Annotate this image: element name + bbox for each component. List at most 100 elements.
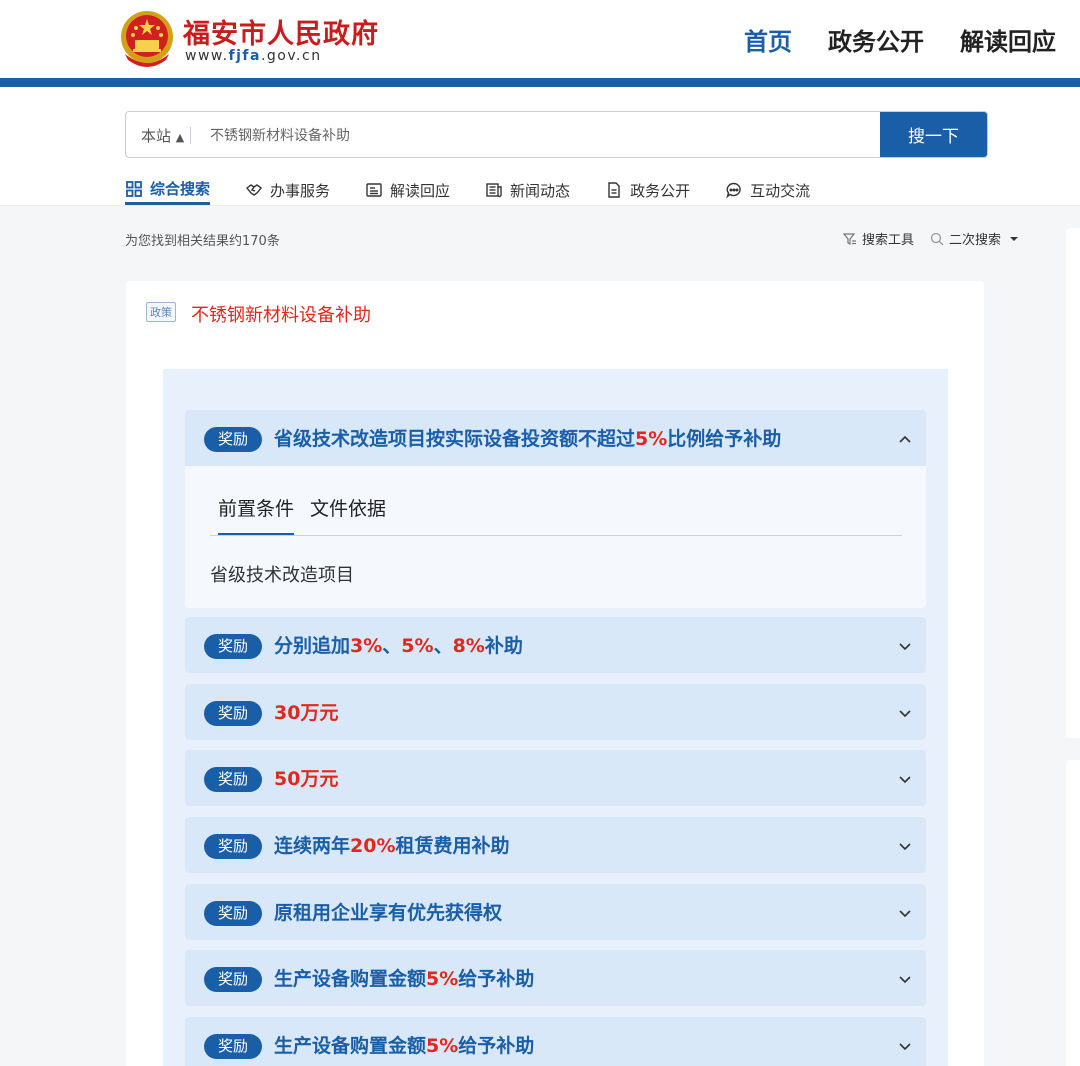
- grid-icon: [126, 180, 142, 197]
- reward-badge: 奖励: [204, 901, 262, 926]
- document-icon: [608, 182, 620, 198]
- tab-services[interactable]: 办事服务: [245, 175, 330, 205]
- search-scope-select[interactable]: 本站 ▲︎: [141, 125, 184, 146]
- title-highlight: 20%: [350, 835, 396, 857]
- subsidy-item-title: 生产设备购置金额5%给予补助: [274, 1031, 534, 1058]
- subsidy-item-expanded: 奖励 省级技术改造项目按实际设备投资额不超过5%比例给予补助 前置条件 文件依据…: [185, 410, 926, 608]
- title-highlight: 5%: [635, 428, 668, 450]
- site-name[interactable]: 福安市人民政府: [183, 12, 379, 51]
- subsidy-item[interactable]: 奖励 生产设备购置金额5%给予补助: [185, 950, 926, 1006]
- tab-interpretation[interactable]: 解读回应: [365, 175, 450, 205]
- subsidy-item-body: 前置条件 文件依据 省级技术改造项目: [185, 466, 926, 608]
- domain-suffix: .gov.cn: [260, 48, 322, 64]
- title-text: 、: [382, 635, 402, 657]
- reward-badge: 奖励: [204, 967, 262, 992]
- title-text: 补助: [484, 635, 523, 657]
- title-highlight: 30万元: [274, 702, 339, 724]
- subsidy-item-title: 分别追加3%、5%、8%补助: [274, 631, 523, 658]
- search-input[interactable]: [210, 112, 870, 157]
- search-tools-button[interactable]: 搜索工具: [843, 229, 914, 248]
- subsidy-item-header[interactable]: 奖励 生产设备购置金额5%给予补助: [185, 950, 926, 1006]
- subsidy-item[interactable]: 奖励 生产设备购置金额5%给予补助: [185, 1017, 926, 1066]
- title-highlight: 5%: [401, 635, 434, 657]
- title-highlight: 5%: [426, 968, 459, 990]
- domain-highlight: fjfa: [228, 48, 261, 64]
- detail-tabs: 前置条件 文件依据: [218, 494, 386, 536]
- reward-badge: 奖励: [204, 634, 262, 659]
- header-divider-bar: [0, 78, 1080, 87]
- chevron-down-icon[interactable]: [898, 639, 912, 653]
- secondary-search-label: 二次搜索: [949, 233, 1002, 248]
- tab-gov-affairs[interactable]: 政务公开: [605, 175, 690, 205]
- scope-divider: [190, 127, 191, 144]
- title-text: 给予补助: [458, 968, 535, 990]
- subsidy-item[interactable]: 奖励 连续两年20%租赁费用补助: [185, 817, 926, 873]
- tab-comprehensive[interactable]: 综合搜索: [125, 175, 211, 205]
- chevron-down-icon[interactable]: [898, 906, 912, 920]
- subsidy-item-header[interactable]: 奖励 50万元: [185, 750, 926, 806]
- title-highlight: 50万元: [274, 768, 339, 790]
- result-card: 政策 不锈钢新材料设备补助 奖励 省级技术改造项目按实际设备投资额不超过5%比例…: [126, 281, 984, 1066]
- subsidy-item-title: 30万元: [274, 698, 338, 725]
- tab-label: 办事服务: [270, 181, 331, 200]
- subsidy-item-title: 连续两年20%租赁费用补助: [274, 831, 510, 858]
- secondary-search-button[interactable]: 二次搜索: [930, 229, 1022, 248]
- title-text: 生产设备购置金额: [274, 1035, 427, 1057]
- subsidy-item-header[interactable]: 奖励 30万元: [185, 684, 926, 740]
- national-emblem-icon[interactable]: [120, 10, 174, 68]
- id-card-icon: [366, 183, 382, 197]
- tab-underline-divider: [210, 535, 902, 536]
- reward-badge: 奖励: [204, 701, 262, 726]
- tab-preconditions[interactable]: 前置条件: [218, 494, 295, 536]
- search-category-tabs: 综合搜索 办事服务 解读回应 新闻动态 政务公开 互动交流: [125, 175, 810, 205]
- subsidy-item[interactable]: 奖励 50万元: [185, 750, 926, 806]
- domain-prefix: www.: [185, 48, 229, 64]
- top-nav: 首页 政务公开 解读回应: [744, 22, 1056, 57]
- search-icon: [930, 232, 944, 245]
- chevron-down-icon[interactable]: [898, 972, 912, 986]
- subsidy-item[interactable]: 奖励 分别追加3%、5%、8%补助: [185, 617, 926, 673]
- reward-badge: 奖励: [204, 767, 262, 792]
- title-highlight: 8%: [452, 635, 485, 657]
- title-text: 省级技术改造项目按实际设备投资额不超过: [274, 428, 636, 450]
- nav-home[interactable]: 首页: [744, 22, 792, 57]
- filter-icon: [843, 232, 856, 245]
- site-domain: www.fjfa.gov.cn: [185, 48, 322, 64]
- site-header: 福安市人民政府 www.fjfa.gov.cn 首页 政务公开 解读回应: [0, 0, 1080, 78]
- search-tools-label: 搜索工具: [862, 233, 915, 248]
- subsidy-item-header[interactable]: 奖励 连续两年20%租赁费用补助: [185, 817, 926, 873]
- subsidy-item-title: 生产设备购置金额5%给予补助: [274, 964, 534, 991]
- search-button[interactable]: 搜一下: [880, 112, 987, 157]
- tab-documents[interactable]: 文件依据: [310, 494, 386, 536]
- nav-interpretation[interactable]: 解读回应: [960, 22, 1056, 57]
- result-count: 为您找到相关结果约170条: [125, 234, 280, 249]
- chevron-up-icon[interactable]: [898, 432, 912, 446]
- tab-label: 解读回应: [390, 181, 451, 200]
- title-text: 比例给予补助: [667, 428, 782, 450]
- sort-arrows-icon: ▲︎: [175, 131, 185, 144]
- tab-label: 新闻动态: [510, 181, 571, 200]
- tab-label: 政务公开: [630, 181, 691, 200]
- title-text: 租赁费用补助: [395, 835, 510, 857]
- tab-interaction[interactable]: 互动交流: [725, 175, 810, 205]
- subsidy-item-header[interactable]: 奖励 原租用企业享有优先获得权: [185, 884, 926, 940]
- subsidy-item-title: 省级技术改造项目按实际设备投资额不超过5%比例给予补助: [274, 424, 781, 451]
- search-box: 本站 ▲︎ 搜一下: [125, 111, 988, 158]
- tab-label: 互动交流: [750, 181, 811, 200]
- subsidy-item[interactable]: 奖励 30万元: [185, 684, 926, 740]
- subsidy-item-header[interactable]: 奖励 分别追加3%、5%、8%补助: [185, 617, 926, 673]
- subsidy-item[interactable]: 奖励 原租用企业享有优先获得权: [185, 884, 926, 940]
- subsidy-item-header[interactable]: 奖励 省级技术改造项目按实际设备投资额不超过5%比例给予补助: [185, 410, 926, 466]
- chevron-down-icon[interactable]: [898, 772, 912, 786]
- chevron-down-icon[interactable]: [898, 706, 912, 720]
- title-text: 原租用企业享有优先获得权: [274, 902, 503, 924]
- chevron-down-icon[interactable]: [898, 839, 912, 853]
- policy-tag: 政策: [146, 302, 176, 322]
- tab-news[interactable]: 新闻动态: [485, 175, 570, 205]
- right-sidebar-panel: [1066, 760, 1080, 1066]
- subsidy-panel: 奖励 省级技术改造项目按实际设备投资额不超过5%比例给予补助 前置条件 文件依据…: [163, 369, 948, 1066]
- chevron-down-icon[interactable]: [898, 1039, 912, 1053]
- subsidy-item-header[interactable]: 奖励 生产设备购置金额5%给予补助: [185, 1017, 926, 1066]
- policy-title[interactable]: 不锈钢新材料设备补助: [191, 301, 371, 327]
- nav-gov-affairs[interactable]: 政务公开: [828, 22, 924, 57]
